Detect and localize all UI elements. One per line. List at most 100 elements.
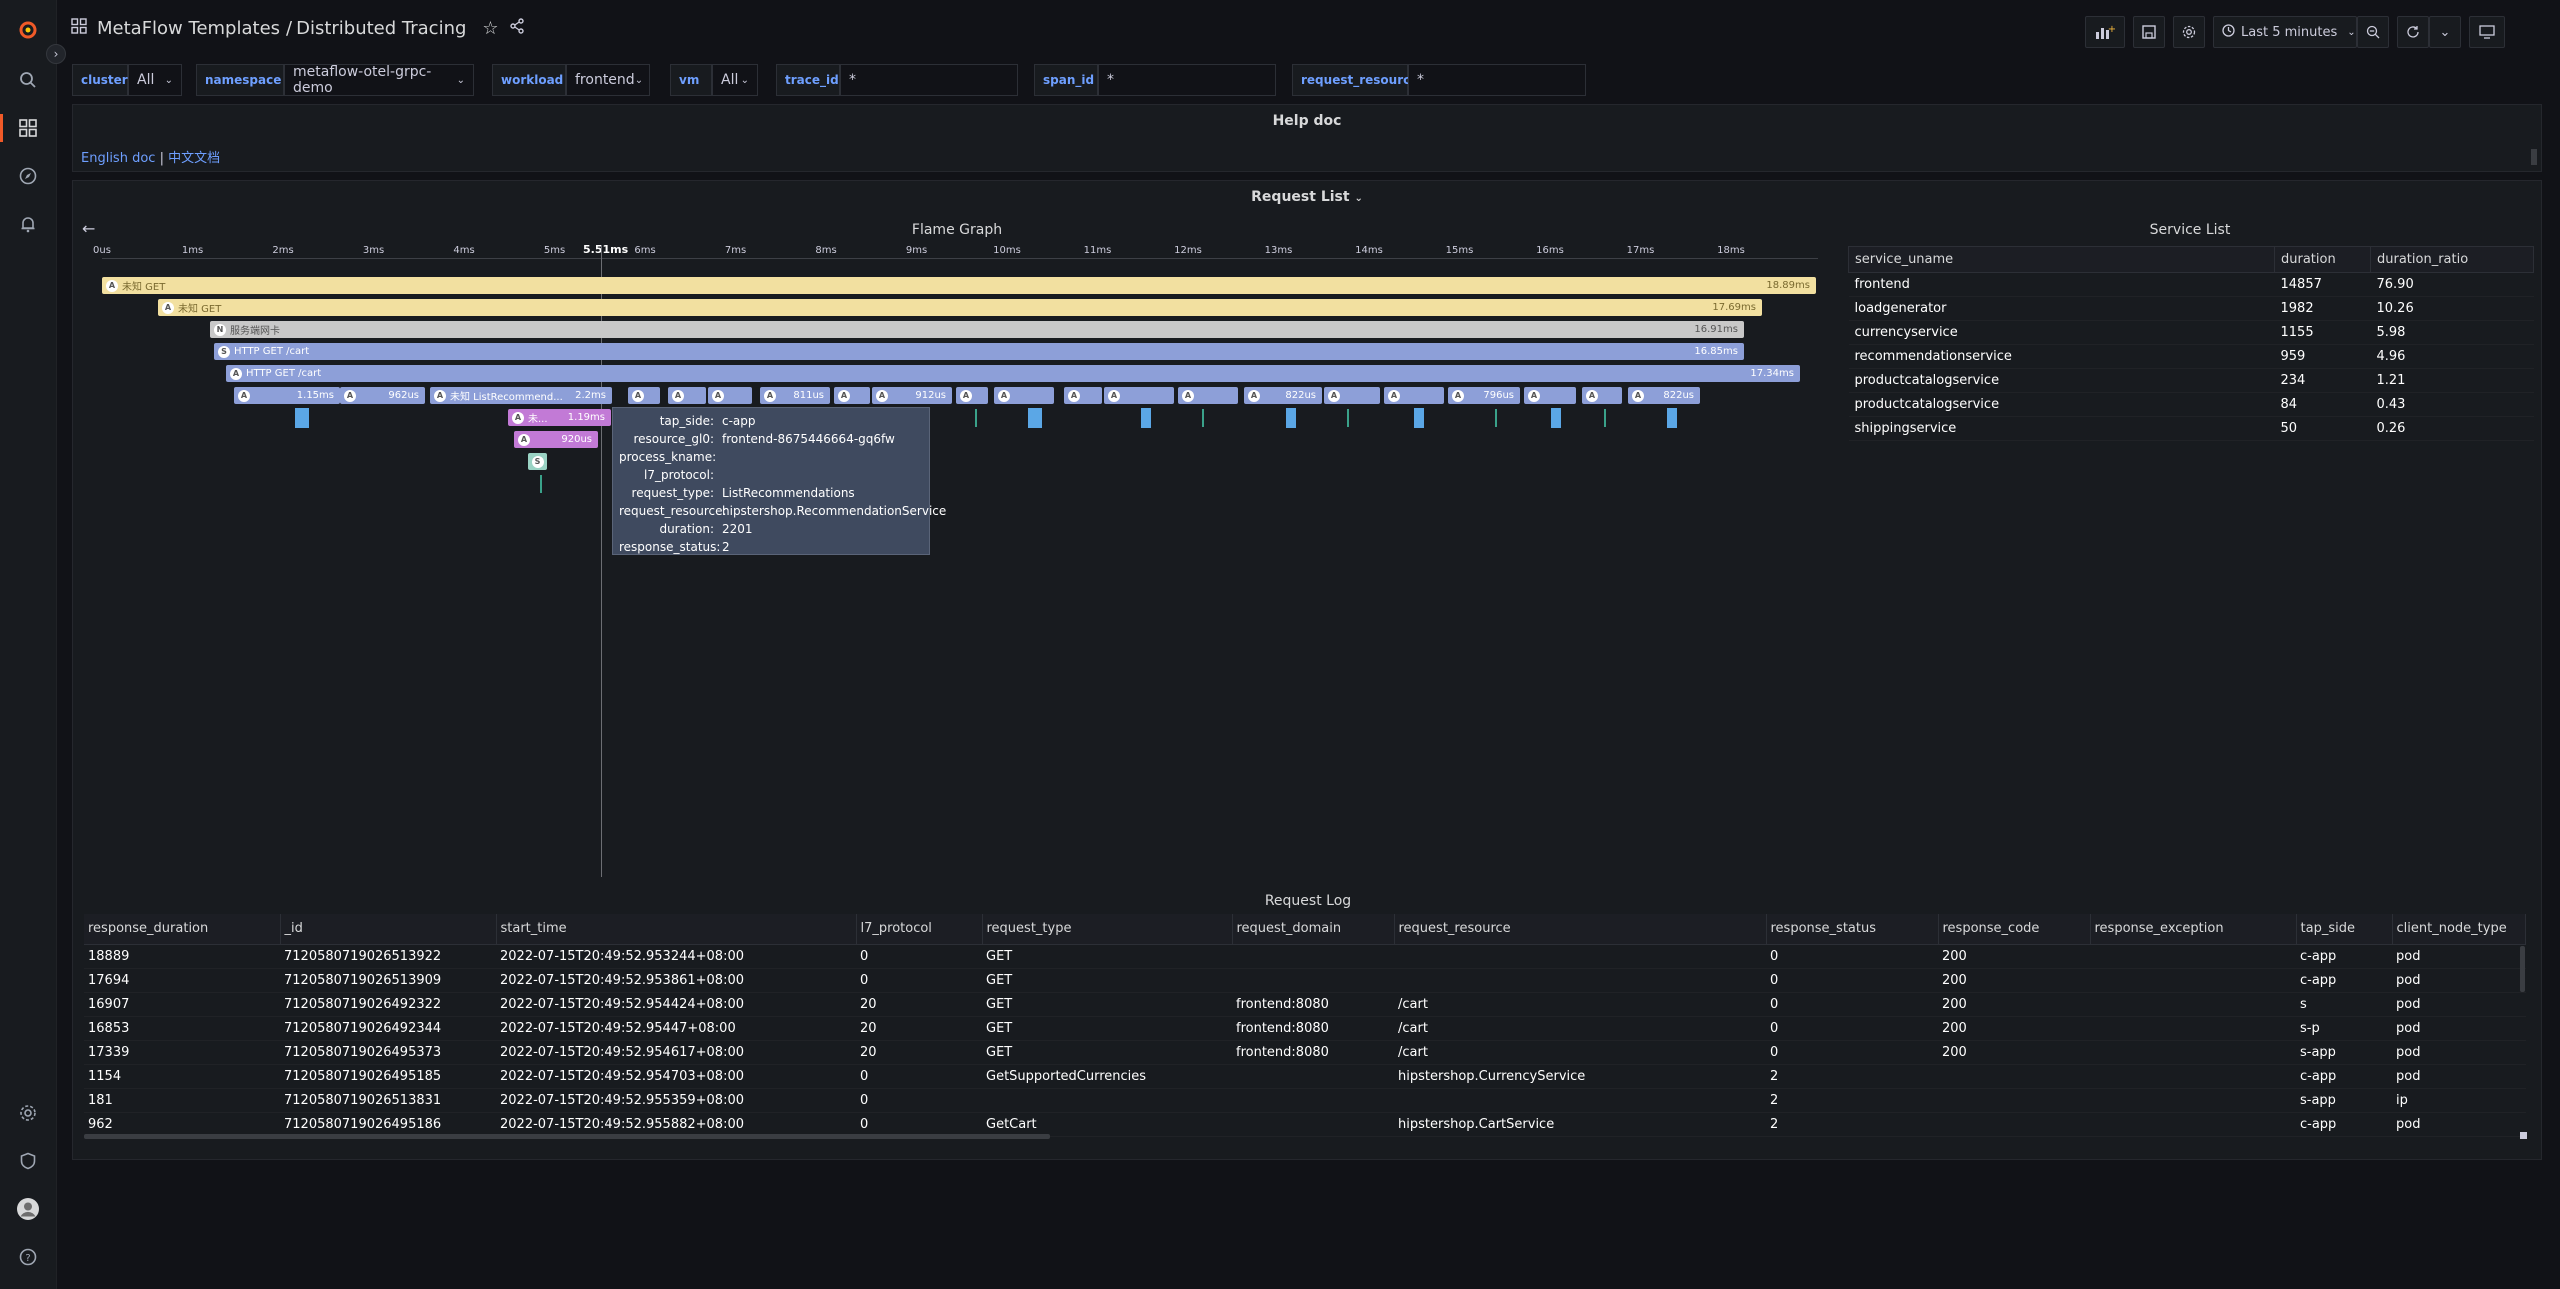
service-row[interactable]: productcatalogservice 234 1.21 xyxy=(1848,368,2534,393)
grafana-logo-icon[interactable] xyxy=(14,16,42,44)
column-header[interactable]: response_code xyxy=(1938,914,2091,945)
span-bar[interactable]: S xyxy=(528,453,547,470)
zoom-out-icon[interactable] xyxy=(2357,16,2389,48)
column-header[interactable]: tap_side xyxy=(2296,914,2393,945)
share-icon[interactable] xyxy=(509,18,525,39)
english-doc-link[interactable]: English doc xyxy=(81,151,155,166)
span-bar[interactable]: A 912us xyxy=(872,387,952,404)
table-row[interactable]: 962 7120580719026495186 2022-07-15T20:49:5… xyxy=(84,1112,2526,1137)
service-row[interactable]: recommendationservice 959 4.96 xyxy=(1848,344,2534,369)
span-bar[interactable]: A 822us xyxy=(1628,387,1700,404)
column-header[interactable]: service_uname xyxy=(1848,246,2275,273)
span-bar[interactable]: A xyxy=(994,387,1054,404)
column-header[interactable]: response_status xyxy=(1766,914,1939,945)
span-bar[interactable]: A xyxy=(708,387,752,404)
var-input-trace-id[interactable]: * xyxy=(840,64,1018,96)
service-row[interactable]: currencyservice 1155 5.98 xyxy=(1848,320,2534,345)
scrollbar[interactable] xyxy=(2531,149,2537,165)
expand-menu-chevron-icon[interactable]: › xyxy=(46,44,66,64)
request-list-title[interactable]: Request List ⌄ xyxy=(73,189,2541,205)
span-bar[interactable]: A xyxy=(1524,387,1576,404)
span-bar[interactable]: A 822us xyxy=(1244,387,1322,404)
span-block[interactable] xyxy=(1414,408,1424,428)
span-block[interactable] xyxy=(1667,408,1677,428)
span-block[interactable] xyxy=(1141,408,1151,428)
time-range-picker[interactable]: Last 5 minutes ⌄ xyxy=(2213,16,2357,48)
span-block[interactable] xyxy=(1551,408,1561,428)
table-row[interactable]: 17694 7120580719026513909 2022-07-15T20:49… xyxy=(84,968,2526,993)
refresh-icon[interactable] xyxy=(2397,16,2429,48)
folder-link[interactable]: MetaFlow Templates xyxy=(97,18,280,39)
user-avatar-icon[interactable] xyxy=(14,1195,42,1223)
column-header[interactable]: response_exception xyxy=(2090,914,2297,945)
save-icon[interactable] xyxy=(2133,16,2165,48)
span-bar[interactable]: A 796us xyxy=(1448,387,1520,404)
service-row[interactable]: productcatalogservice 84 0.43 xyxy=(1848,392,2534,417)
settings-gear-icon[interactable] xyxy=(14,1099,42,1127)
span-bar[interactable]: A xyxy=(1178,387,1238,404)
column-header[interactable]: _id xyxy=(280,914,497,945)
span-bar[interactable]: N 服务端网卡 16.91ms xyxy=(210,321,1744,338)
span-block[interactable] xyxy=(295,408,309,428)
span-bar[interactable]: S HTTP GET /cart 16.85ms xyxy=(214,343,1744,360)
alerting-bell-icon[interactable] xyxy=(14,210,42,238)
span-block[interactable] xyxy=(1286,408,1296,428)
table-row[interactable]: 1154 7120580719026495185 2022-07-15T20:49:… xyxy=(84,1064,2526,1089)
span-bar[interactable]: A xyxy=(668,387,706,404)
span-block[interactable] xyxy=(1028,408,1042,428)
dashboard-settings-gear-icon[interactable] xyxy=(2173,16,2205,48)
span-bar[interactable]: A 920us xyxy=(514,431,598,448)
span-bar[interactable]: A xyxy=(1324,387,1380,404)
span-bar[interactable]: A xyxy=(1582,387,1622,404)
table-row[interactable]: 17339 7120580719026495373 2022-07-15T20:49… xyxy=(84,1040,2526,1065)
var-input-span-id[interactable]: * xyxy=(1098,64,1276,96)
help-icon[interactable]: ? xyxy=(14,1243,42,1271)
span-bar[interactable]: A 962us xyxy=(340,387,425,404)
explore-icon[interactable] xyxy=(14,162,42,190)
var-select-workload[interactable]: frontend ⌄ xyxy=(566,64,650,96)
span-bar[interactable]: A xyxy=(628,387,660,404)
column-header[interactable]: client_node_type xyxy=(2392,914,2526,945)
var-select-namespace[interactable]: metaflow-otel-grpc-demo ⌄ xyxy=(284,64,474,96)
span-bar[interactable]: A xyxy=(1384,387,1444,404)
var-select-cluster[interactable]: All ⌄ xyxy=(128,64,182,96)
shield-icon[interactable] xyxy=(14,1147,42,1175)
chinese-doc-link[interactable]: 中文文档 xyxy=(168,151,220,166)
star-icon[interactable]: ☆ xyxy=(482,18,498,39)
refresh-interval-chevron-icon[interactable]: ⌄ xyxy=(2429,16,2461,48)
column-header[interactable]: request_domain xyxy=(1232,914,1395,945)
service-row[interactable]: loadgenerator 1982 10.26 xyxy=(1848,296,2534,321)
span-bar[interactable]: A 未知 GET 17.69ms xyxy=(158,299,1762,316)
table-row[interactable]: 16907 7120580719026492322 2022-07-15T20:49… xyxy=(84,992,2526,1017)
span-bar[interactable]: A 1.15ms xyxy=(234,387,340,404)
tv-mode-icon[interactable] xyxy=(2469,16,2505,48)
var-input-request-resource[interactable]: * xyxy=(1408,64,1586,96)
span-bar[interactable]: A xyxy=(1104,387,1174,404)
span-bar[interactable]: A HTTP GET /cart 17.34ms xyxy=(226,365,1800,382)
span-bar[interactable]: A 未... 1.19ms xyxy=(508,409,611,426)
search-icon[interactable] xyxy=(14,66,42,94)
dashboards-icon[interactable] xyxy=(14,114,42,142)
table-row[interactable]: 16853 7120580719026492344 2022-07-15T20:49… xyxy=(84,1016,2526,1041)
span-bar[interactable]: A xyxy=(834,387,870,404)
span-bar[interactable]: A xyxy=(956,387,988,404)
vertical-scrollbar[interactable] xyxy=(2520,946,2525,992)
dashboard-title[interactable]: Distributed Tracing xyxy=(296,18,466,39)
span-bar[interactable]: A xyxy=(1064,387,1102,404)
column-header[interactable]: request_resource xyxy=(1394,914,1767,945)
service-row[interactable]: frontend 14857 76.90 xyxy=(1848,272,2534,297)
resize-corner-icon[interactable] xyxy=(2520,1132,2527,1139)
column-header[interactable]: duration_ratio xyxy=(2370,246,2534,273)
var-select-vm[interactable]: All ⌄ xyxy=(712,64,758,96)
span-bar[interactable]: A 811us xyxy=(760,387,830,404)
column-header[interactable]: response_duration xyxy=(84,914,281,945)
back-arrow-icon[interactable]: ← xyxy=(82,219,95,238)
column-header[interactable]: request_type xyxy=(982,914,1233,945)
horizontal-scrollbar[interactable] xyxy=(84,1134,1050,1139)
table-row[interactable]: 18889 7120580719026513922 2022-07-15T20:49… xyxy=(84,944,2526,969)
table-row[interactable]: 181 7120580719026513831 2022-07-15T20:49:5… xyxy=(84,1088,2526,1113)
span-bar[interactable]: A 未知 ListRecommend... 2.2ms xyxy=(430,387,612,404)
add-panel-button[interactable]: + xyxy=(2085,16,2125,48)
column-header[interactable]: duration xyxy=(2274,246,2371,273)
column-header[interactable]: l7_protocol xyxy=(856,914,983,945)
